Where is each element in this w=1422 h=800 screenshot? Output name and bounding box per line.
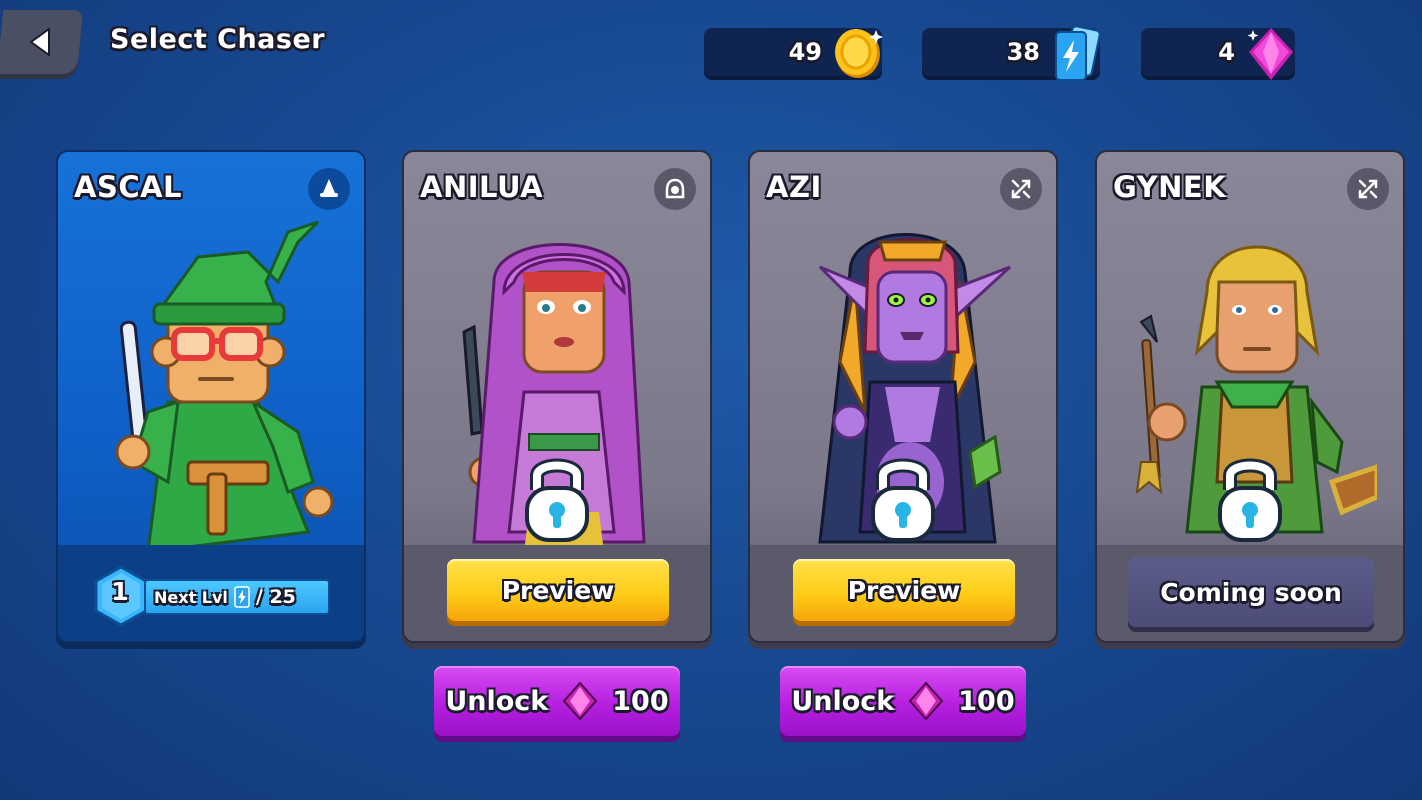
unlock-azi-button[interactable]: Unlock 100 — [780, 666, 1026, 736]
chaser-card-azi[interactable]: AZI Preview — [748, 150, 1058, 643]
coming-soon-label: Coming soon — [1128, 557, 1374, 627]
unlock-label: Unlock — [445, 685, 549, 717]
unlock-cost: 100 — [612, 685, 669, 717]
next-level-cost: / 25 — [255, 586, 296, 608]
preview-button[interactable]: Preview — [447, 559, 669, 621]
card-footer: Preview — [750, 545, 1056, 641]
gems-value: 4 — [1218, 38, 1235, 66]
unlock-cost: 100 — [958, 685, 1015, 717]
class-badge — [1000, 168, 1042, 210]
card-footer: 1 Next Lvl / 25 — [58, 545, 364, 641]
chaser-name: GYNEK — [1113, 170, 1227, 204]
pink-gem-icon — [908, 681, 944, 721]
level-number: 1 — [111, 577, 129, 606]
chaser-card-ascal[interactable]: ASCAL 1 Next Lvl / 25 — [56, 150, 366, 643]
class-badge — [1347, 168, 1389, 210]
ascal-portrait — [115, 220, 334, 552]
hooded-figure-icon — [665, 178, 685, 199]
card-footer: Preview — [404, 545, 710, 641]
crossed-weapon-icon — [1011, 179, 1031, 199]
card-footer: Coming soon — [1097, 545, 1403, 641]
lock-icon — [525, 458, 589, 542]
level-progress: 1 Next Lvl / 25 — [92, 565, 332, 627]
chaser-card-anilua[interactable]: ANILUA Preview — [402, 150, 712, 643]
unlock-anilua-button[interactable]: Unlock 100 — [434, 666, 680, 736]
chaser-name: ASCAL — [74, 170, 183, 204]
cards-value: 38 — [1006, 38, 1040, 66]
unlock-label: Unlock — [791, 685, 895, 717]
cards-counter[interactable]: 38 — [922, 25, 1101, 81]
pink-gem-icon — [1247, 28, 1293, 80]
lock-icon — [1218, 458, 1282, 542]
energy-cards-icon — [1055, 25, 1101, 81]
coins-value: 49 — [788, 38, 822, 66]
chaser-name: AZI — [766, 170, 822, 204]
energy-card-icon — [234, 586, 250, 608]
crossed-weapon-icon — [1358, 179, 1378, 199]
chaser-name: ANILUA — [420, 170, 544, 204]
page-title: Select Chaser — [110, 24, 326, 55]
preview-button[interactable]: Preview — [793, 559, 1015, 621]
gems-counter[interactable]: 4 — [1141, 28, 1295, 80]
gold-coin-icon — [835, 29, 883, 78]
class-badge — [308, 168, 350, 210]
chaser-card-gynek[interactable]: GYNEK Coming soon — [1095, 150, 1405, 643]
wizard-hat-icon — [320, 179, 338, 197]
next-level-bar: Next Lvl / 25 — [144, 579, 330, 615]
class-badge — [654, 168, 696, 210]
pink-gem-icon — [562, 681, 598, 721]
lock-icon — [871, 458, 935, 542]
back-button[interactable] — [0, 10, 84, 74]
back-arrow-icon — [29, 28, 50, 56]
next-level-label: Next Lvl — [154, 587, 228, 607]
coins-counter[interactable]: 49 — [704, 28, 883, 80]
